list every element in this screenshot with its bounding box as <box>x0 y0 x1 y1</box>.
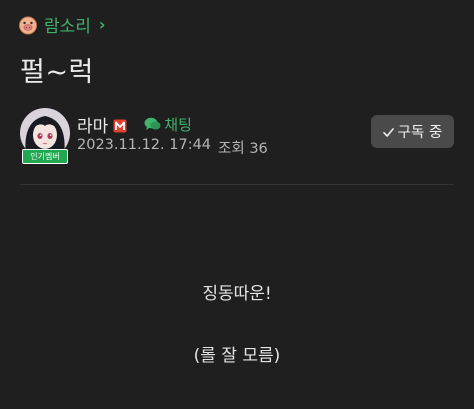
post-title: 펄~럭 <box>20 57 94 88</box>
author-name[interactable]: 라마 <box>77 112 108 137</box>
author-avatar[interactable]: 인기멤버 <box>20 108 72 168</box>
chat-label: 채팅 <box>164 116 192 134</box>
subscribe-label: 구독 중 <box>397 125 443 141</box>
post-body-line: (롤 잘 모름) <box>193 346 281 366</box>
author-row: 라마 채팅 <box>77 112 192 137</box>
manager-m-icon <box>113 118 127 132</box>
chevron-right-icon: › <box>98 15 106 34</box>
header-divider <box>20 184 454 185</box>
popular-member-badge: 인기멤버 <box>22 149 68 164</box>
post-body-line: 징동따운! <box>202 284 272 304</box>
board-name: 람소리 <box>44 17 91 37</box>
check-icon <box>382 126 394 137</box>
post-meta: 2023.11.12. 17:44 조회 36 <box>77 137 268 158</box>
board-link[interactable]: 람소리 › <box>18 12 106 37</box>
subscribe-button[interactable]: 구독 중 <box>371 115 454 148</box>
view-count: 조회 36 <box>218 141 268 157</box>
chat-button[interactable]: 채팅 <box>144 114 192 135</box>
chat-bubbles-icon <box>144 117 161 132</box>
post-datetime: 2023.11.12. 17:44 <box>77 137 212 153</box>
pig-face-icon <box>18 15 38 35</box>
